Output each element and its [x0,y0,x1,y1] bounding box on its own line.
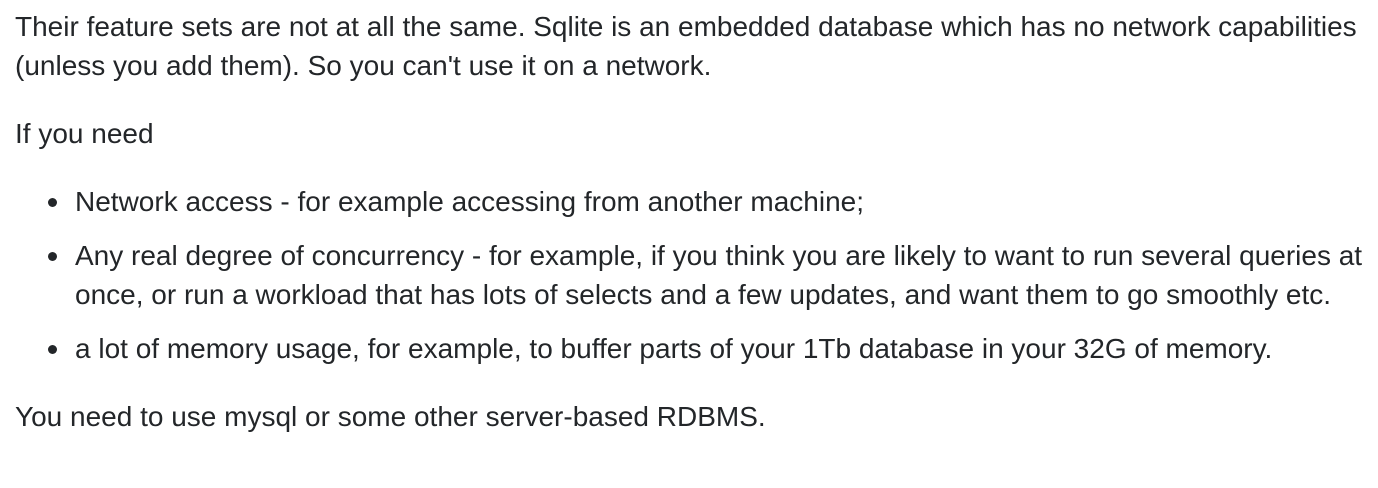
conclusion-paragraph: You need to use mysql or some other serv… [15,401,766,432]
bullet-icon [48,252,57,261]
intro-paragraph: Their feature sets are not at all the sa… [15,11,1357,81]
list-item-text: Network access - for example accessing f… [75,186,864,217]
list-item-text: Any real degree of concurrency - for exa… [75,240,1363,310]
list-item: Network access - for example accessing f… [48,182,1370,221]
if-you-need-paragraph: If you need [15,118,154,149]
bullet-icon [48,198,57,207]
list-item-text: a lot of memory usage, for example, to b… [75,333,1273,364]
bullet-icon [48,345,57,354]
list-item: Any real degree of concurrency - for exa… [48,236,1370,314]
list-item: a lot of memory usage, for example, to b… [48,329,1370,368]
answer-body: Their feature sets are not at all the sa… [0,0,1370,436]
needs-list: Network access - for example accessing f… [15,182,1370,368]
